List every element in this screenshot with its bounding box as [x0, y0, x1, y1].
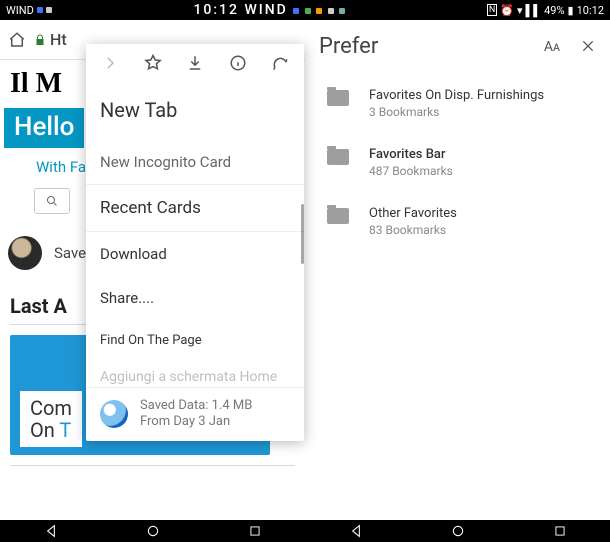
close-icon[interactable]: [580, 38, 596, 54]
browser-view-left: Ht Il M Hello With Favorites Save Histor…: [0, 20, 305, 520]
folder-subtitle: 3 Bookmarks: [369, 105, 544, 119]
text-size-button[interactable]: Aᴀ: [544, 38, 560, 55]
menu-recent-cards[interactable]: Recent Cards: [86, 185, 304, 231]
folder-subtitle: 83 Bookmarks: [369, 223, 457, 237]
info-icon[interactable]: [228, 53, 248, 73]
menu-download[interactable]: Download: [86, 232, 304, 276]
android-nav-bars: [0, 520, 610, 542]
star-icon[interactable]: [143, 53, 163, 73]
folder-icon: [327, 208, 349, 224]
menu-add-home[interactable]: Aggiungi a schermata Home: [86, 361, 304, 387]
battery-icon: ▮: [568, 4, 574, 17]
status-carrier-center: WIND: [244, 2, 287, 18]
search-button[interactable]: [34, 188, 70, 214]
article-caption: Com On T: [20, 391, 82, 447]
favorites-folder-item[interactable]: Other Favorites 83 Bookmarks: [305, 194, 610, 253]
lock-icon: [34, 33, 46, 47]
signal-icon: ▌▌: [526, 4, 542, 17]
status-icon: [37, 7, 43, 13]
refresh-icon[interactable]: [270, 53, 290, 73]
divider: [10, 465, 295, 466]
menu-share[interactable]: Share....: [86, 276, 304, 320]
folder-title: Favorites Bar: [369, 147, 453, 162]
favorites-panel: Prefer Aᴀ Favorites On Disp. Furnishings…: [305, 20, 610, 520]
folder-icon: [327, 149, 349, 165]
home-circle-icon[interactable]: [145, 523, 161, 539]
menu-icon-row: [86, 44, 304, 82]
battery-label: 49%: [544, 4, 564, 17]
clock-right: 10:12: [577, 4, 604, 17]
recents-icon[interactable]: [248, 524, 262, 538]
folder-title: Favorites On Disp. Furnishings: [369, 88, 544, 103]
folder-title: Other Favorites: [369, 206, 457, 221]
caption-line: On: [30, 418, 55, 442]
back-icon[interactable]: [43, 523, 59, 539]
avatar[interactable]: [8, 236, 42, 270]
forward-icon[interactable]: [100, 53, 120, 73]
panel-title: Prefer: [319, 34, 378, 59]
favorites-folder-item[interactable]: Favorites Bar 487 Bookmarks: [305, 135, 610, 194]
caption-line: T: [55, 418, 72, 442]
status-icon: [316, 8, 322, 14]
wifi-icon: ▾: [517, 4, 523, 17]
nfc-icon: N: [487, 4, 497, 16]
hello-banner: Hello: [4, 108, 84, 148]
caption-line: Com: [30, 396, 72, 420]
browser-overflow-menu: New Tab New Incognito Card Recent Cards …: [86, 44, 304, 441]
home-circle-icon[interactable]: [450, 523, 466, 539]
folder-icon: [327, 90, 349, 106]
folder-subtitle: 487 Bookmarks: [369, 164, 453, 178]
favorites-folder-item[interactable]: Favorites On Disp. Furnishings 3 Bookmar…: [305, 76, 610, 135]
status-icon: [293, 8, 299, 14]
download-icon[interactable]: [185, 53, 205, 73]
carrier-label: WIND: [6, 4, 34, 17]
data-saver-row[interactable]: Saved Data: 1.4 MB From Day 3 Jan: [86, 387, 304, 441]
url-bar[interactable]: Ht: [34, 30, 90, 49]
search-icon: [46, 195, 58, 207]
status-icon: [305, 8, 311, 14]
back-icon[interactable]: [348, 523, 364, 539]
home-icon[interactable]: [8, 31, 26, 49]
url-text: Ht: [50, 30, 67, 49]
status-icon: [339, 8, 345, 14]
menu-find-on-page[interactable]: Find On The Page: [86, 320, 304, 361]
alarm-icon: ⏰: [500, 4, 514, 17]
data-saved-line2: From Day 3 Jan: [140, 414, 252, 430]
menu-new-incognito[interactable]: New Incognito Card: [86, 140, 304, 184]
globe-icon: [100, 400, 128, 428]
status-clock: 10:12: [193, 2, 239, 18]
scrollbar[interactable]: [301, 204, 304, 264]
data-saved-line1: Saved Data: 1.4 MB: [140, 398, 252, 414]
android-status-bar: WIND 10:12 WIND N ⏰ ▾ ▌▌ 49% ▮ 10:12: [0, 0, 610, 20]
recents-icon[interactable]: [553, 524, 567, 538]
status-icon: [328, 8, 334, 14]
menu-new-tab[interactable]: New Tab: [86, 82, 304, 140]
